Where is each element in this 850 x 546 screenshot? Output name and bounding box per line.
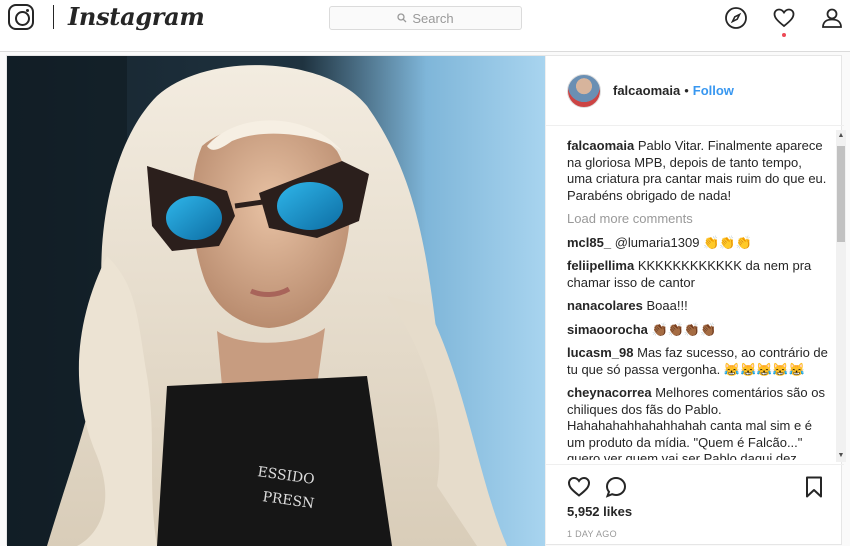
instagram-wordmark[interactable]: Instagram	[68, 2, 205, 31]
profile-icon[interactable]	[820, 6, 844, 30]
search-input[interactable]: Search	[329, 6, 522, 30]
comment-username[interactable]: nanacolares	[567, 298, 643, 313]
scroll-down-arrow-icon[interactable]: ▼	[837, 452, 845, 460]
post-sidebar: falcaomaia • Follow falcaomaia Pablo Vit…	[545, 56, 846, 546]
comment-username[interactable]: lucasm_98	[567, 345, 634, 360]
scroll-up-arrow-icon[interactable]: ▲	[837, 132, 845, 140]
comment-bubble-icon[interactable]	[604, 475, 628, 499]
logo-divider	[53, 5, 54, 29]
compass-icon[interactable]	[724, 6, 748, 30]
comment-username[interactable]: cheynacorrea	[567, 385, 652, 400]
post-actions	[546, 464, 844, 508]
bookmark-icon[interactable]	[802, 475, 826, 499]
like-heart-icon[interactable]	[567, 475, 591, 499]
comment-item: nanacolares Boaa!!!	[567, 298, 829, 315]
comments-scrollbar[interactable]: ▲ ▼	[836, 130, 846, 462]
comment-item: lucasm_98 Mas faz sucesso, ao contrário …	[567, 345, 829, 378]
top-navigation-bar: Instagram Search	[0, 0, 850, 52]
search-placeholder: Search	[412, 10, 454, 26]
comment-item: mcl85_ @lumaria1309 👏👏👏	[567, 235, 829, 252]
comment-username[interactable]: falcaomaia	[567, 138, 634, 153]
comment-text: 👏🏾👏🏾👏🏾👏🏾	[651, 321, 717, 337]
comment-username[interactable]: feliipellima	[567, 258, 634, 273]
photo-illustration: ESSIDO PRESN	[7, 56, 545, 546]
heart-icon[interactable]	[772, 6, 796, 30]
notification-dot	[782, 33, 786, 37]
search-icon	[397, 13, 407, 23]
comment-item: cheynacorrea Melhores comentários são os…	[567, 385, 829, 460]
avatar[interactable]	[567, 73, 601, 108]
comment-text: Boaa!!!	[646, 298, 688, 313]
post-photo[interactable]: ESSIDO PRESN	[7, 56, 545, 546]
post-username[interactable]: falcaomaia	[613, 83, 680, 98]
instagram-camera-icon[interactable]	[8, 4, 34, 30]
comment-item: falcaomaia Pablo Vitar. Finalmente apare…	[567, 138, 829, 204]
post-timestamp: 1 DAY AGO	[567, 529, 617, 539]
comment-username[interactable]: mcl85_	[567, 235, 611, 250]
comment-item: simaoorocha 👏🏾👏🏾👏🏾👏🏾	[567, 322, 829, 339]
scrollbar-thumb[interactable]	[837, 146, 845, 242]
post-header: falcaomaia • Follow	[546, 56, 844, 126]
post-card: ESSIDO PRESN falcaomaia • Follow falcaom…	[6, 55, 846, 546]
follow-button[interactable]: Follow	[693, 83, 734, 98]
comments-list: falcaomaia Pablo Vitar. Finalmente apare…	[567, 138, 829, 460]
likes-count[interactable]: 5,952 likes	[567, 504, 632, 519]
comment-item: feliipellima KKKKKKKKKKKK da nem pra cha…	[567, 258, 829, 291]
comment-username[interactable]: simaoorocha	[567, 322, 648, 337]
header-separator: •	[684, 83, 689, 98]
comment-text: @lumaria1309 👏👏👏	[614, 234, 752, 250]
load-more-comments-link[interactable]: Load more comments	[567, 211, 829, 228]
